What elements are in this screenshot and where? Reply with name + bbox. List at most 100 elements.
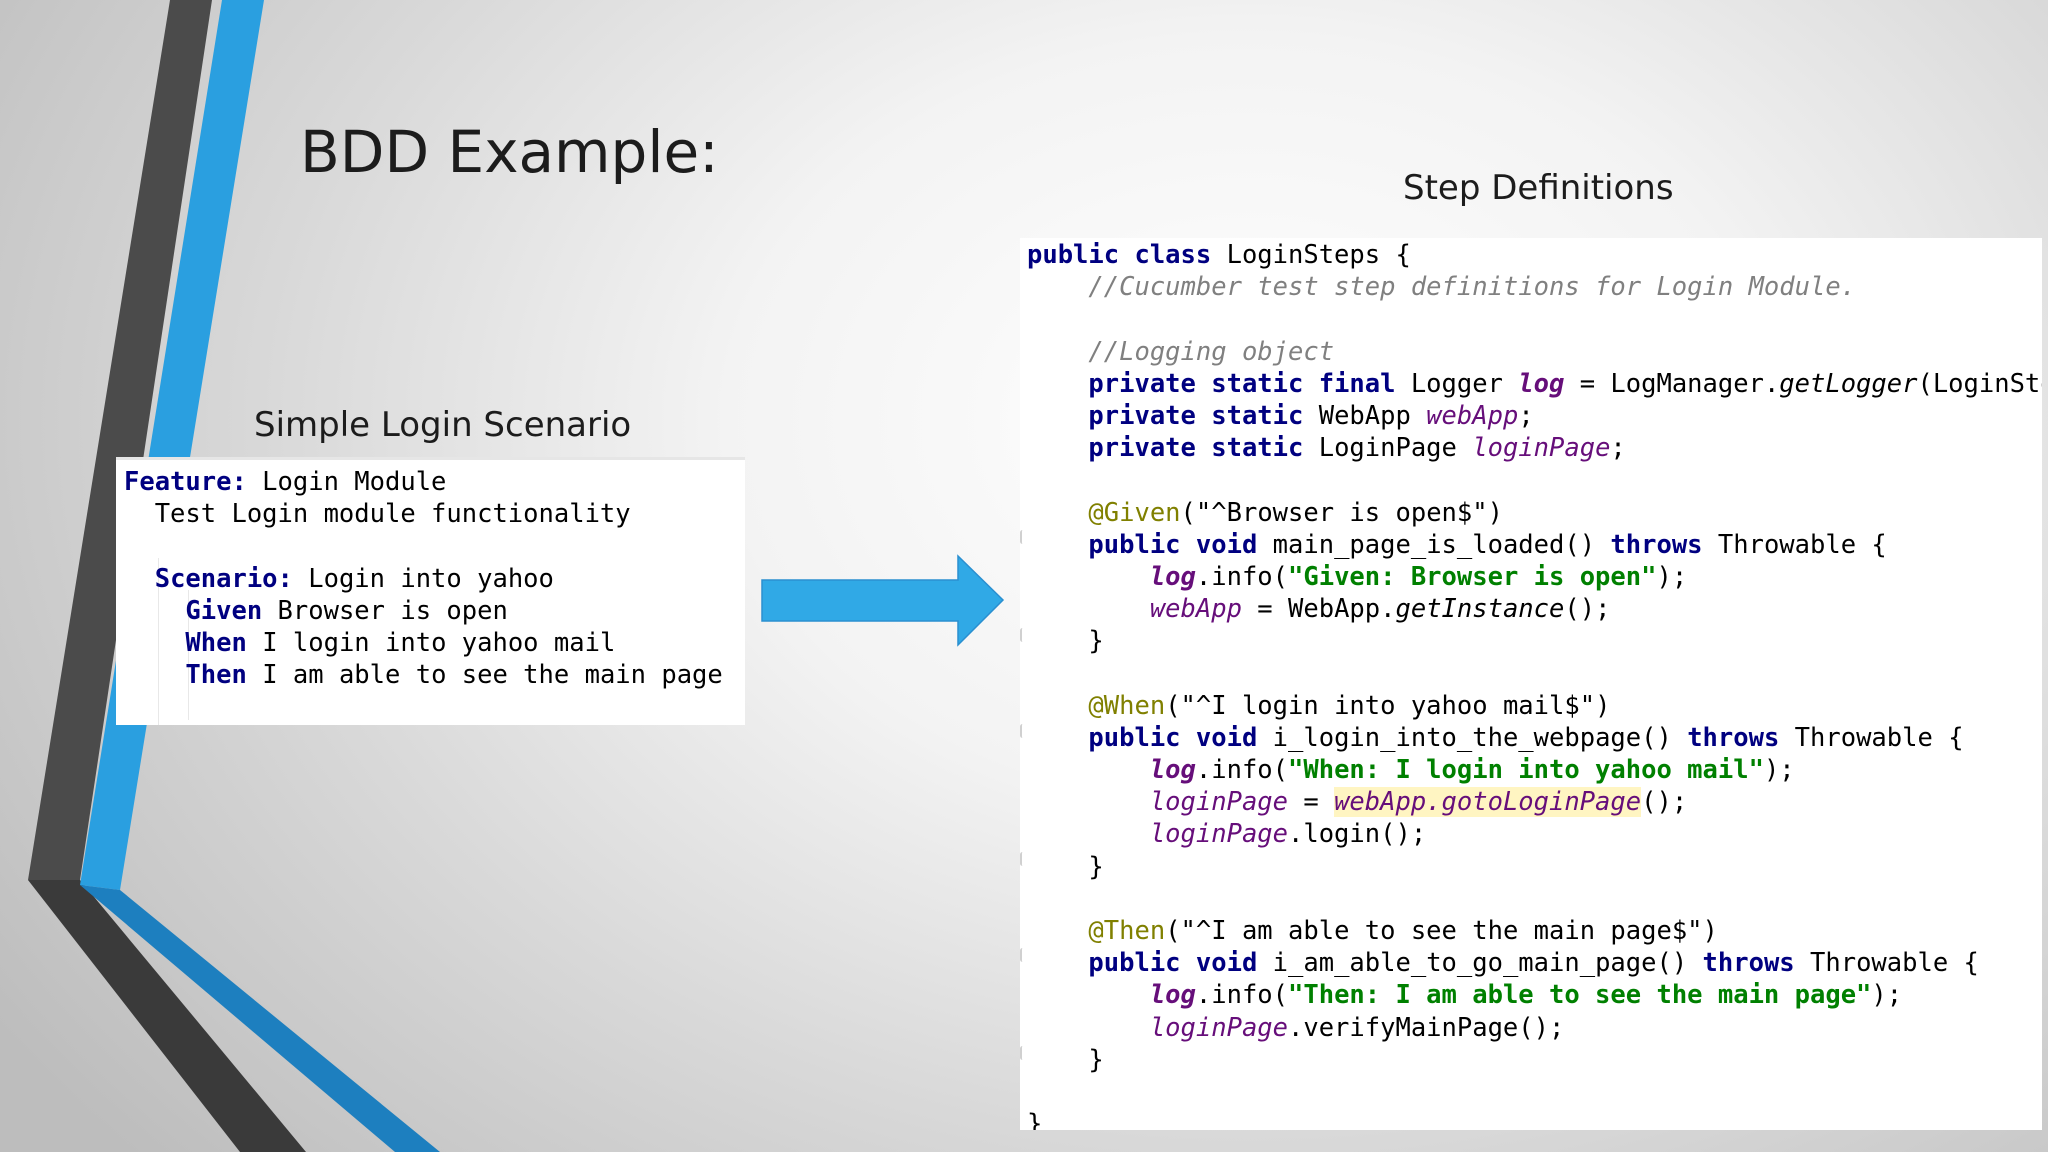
code-line: //Cucumber test step definitions for Log…: [1027, 271, 2042, 303]
code-token: throws: [1702, 948, 1795, 979]
code-token: ;: [1518, 400, 1534, 431]
code-line: //Logging object: [1027, 336, 2042, 368]
code-line: @Given("^Browser is open$"): [1027, 497, 2042, 529]
code-token: main_page_is_loaded(): [1257, 529, 1611, 560]
code-token: getInstance: [1395, 594, 1565, 625]
code-line: public void main_page_is_loaded() throws…: [1027, 529, 2042, 561]
code-token: =: [1288, 787, 1335, 818]
code-token: ): [1595, 690, 1611, 721]
feature-line: Then I am able to see the main page: [124, 659, 723, 691]
code-token: Browser is open: [262, 595, 508, 626]
code-token: webApp: [1149, 594, 1242, 625]
code-token: log: [1149, 755, 1196, 785]
code-token: ): [1487, 497, 1503, 528]
code-token: }: [1027, 851, 1104, 882]
code-token: public void: [1088, 529, 1258, 560]
code-line: loginPage.login();: [1027, 818, 2042, 850]
code-token: "^Browser is open$": [1195, 497, 1488, 528]
feature-line: Given Browser is open: [124, 595, 723, 627]
scenario-caption: Simple Login Scenario: [254, 405, 632, 445]
code-token: log: [1518, 368, 1565, 399]
code-token: "When: I login into yahoo mail": [1288, 755, 1764, 785]
code-line: @When("^I login into yahoo mail$"): [1027, 690, 2042, 722]
code-token: Login Module: [246, 467, 447, 497]
code-token: Throwable {: [1779, 722, 1964, 753]
code-token: private static: [1088, 433, 1304, 464]
code-token: loginPage: [1149, 819, 1288, 850]
java-code: public class LoginSteps { //Cucumber tes…: [1027, 239, 2042, 1130]
code-line: @Then("^I am able to see the main page$"…: [1027, 915, 2042, 947]
code-token: When: [185, 627, 247, 658]
code-token: }: [1027, 1109, 1043, 1130]
code-token: (: [1180, 497, 1196, 528]
code-token: throws: [1610, 529, 1703, 560]
code-line: }: [1027, 1108, 2042, 1130]
step-definitions-caption: Step Definitions: [1403, 168, 1674, 208]
code-token: = LogManager.: [1564, 368, 1780, 399]
feature-line: Test Login module functionality: [124, 498, 723, 530]
code-token: //Logging object: [1088, 336, 1335, 367]
code-token: .info(: [1195, 980, 1289, 1011]
code-token: loginPage: [1149, 787, 1288, 818]
feature-line: [124, 530, 723, 562]
code-line: public void i_login_into_the_webpage() t…: [1027, 722, 2042, 754]
code-token: private static final: [1088, 368, 1396, 399]
code-token: throws: [1687, 722, 1780, 753]
code-line: loginPage.verifyMainPage();: [1027, 1012, 2042, 1044]
code-token: }: [1027, 626, 1104, 657]
code-line: private static LoginPage loginPage;: [1027, 432, 2042, 464]
code-token: );: [1656, 561, 1688, 592]
code-token: "^I am able to see the main page$": [1180, 915, 1703, 946]
code-token: Given: [185, 595, 263, 626]
arrow-right-icon: [761, 554, 1005, 647]
code-line: }: [1027, 1044, 2042, 1076]
code-token: LoginPage: [1303, 433, 1473, 464]
code-line: public void i_am_able_to_go_main_page() …: [1027, 947, 2042, 979]
code-token: i_am_able_to_go_main_page(): [1257, 948, 1703, 979]
feature-code: Feature: Login Module Test Login module …: [124, 466, 723, 691]
code-token: Scenario:: [154, 563, 293, 594]
code-line: webApp = WebApp.getInstance();: [1027, 593, 2042, 625]
code-token: Test Login module functionality: [124, 499, 631, 530]
code-line: private static WebApp webApp;: [1027, 400, 2042, 432]
code-token: I am able to see the main page: [246, 660, 723, 691]
code-token: );: [1871, 980, 1903, 1011]
code-token: @Then: [1088, 915, 1166, 946]
code-token: "^I login into yahoo mail$": [1180, 690, 1596, 721]
code-token: @When: [1088, 690, 1166, 721]
code-token: webApp.gotoLoginPage: [1334, 787, 1642, 818]
code-token: Login into yahoo: [292, 563, 554, 594]
code-token: ;: [1610, 433, 1626, 464]
code-line: }: [1027, 851, 2042, 883]
code-token: getLogger: [1779, 368, 1918, 399]
code-token: private static: [1088, 400, 1304, 431]
code-token: public void: [1088, 722, 1258, 753]
code-token: ();: [1564, 594, 1611, 625]
slide-title: BDD Example:: [300, 118, 719, 186]
code-token: Throwable {: [1794, 948, 1979, 979]
code-token: Logger: [1395, 368, 1519, 399]
code-token: LoginSteps {: [1211, 240, 1411, 270]
code-line: }: [1027, 625, 2042, 657]
code-token: ();: [1641, 787, 1688, 818]
feature-line: Scenario: Login into yahoo: [124, 563, 723, 595]
code-token: }: [1027, 1044, 1104, 1075]
code-token: = WebApp.: [1241, 594, 1396, 625]
